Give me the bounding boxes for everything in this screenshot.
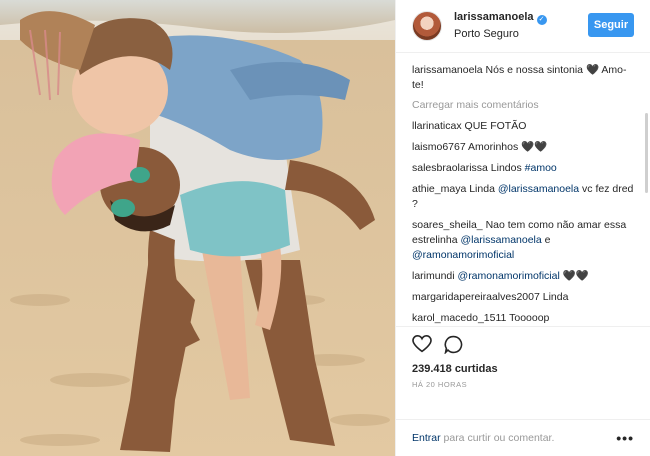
verified-badge-icon: ✓ xyxy=(536,15,547,25)
beach-photo-illustration xyxy=(0,0,395,456)
post-header: larissamanoela ✓ Porto Seguro Seguir xyxy=(396,0,650,53)
comment-username[interactable]: athie_maya xyxy=(412,183,466,195)
comment-item: salesbraolarissa Lindos #amoo xyxy=(412,161,636,176)
login-prompt-text: para curtir ou comentar. xyxy=(440,431,555,444)
comment-icon[interactable] xyxy=(444,335,463,357)
comment-item: laismo6767 Amorinhos 🖤🖤 xyxy=(412,140,636,155)
comment-item: soares_sheila_ Nao tem como não amar ess… xyxy=(412,218,636,263)
comment-text: Amorinhos 🖤🖤 xyxy=(468,140,548,153)
login-prompt: Entrar para curtir ou comentar. xyxy=(412,432,554,444)
instagram-post: larissamanoela ✓ Porto Seguro Seguir lari… xyxy=(0,0,650,456)
login-link[interactable]: Entrar xyxy=(412,432,441,444)
post-photo[interactable] xyxy=(0,0,395,456)
likes-count[interactable]: 239.418 curtidas xyxy=(412,363,636,375)
more-options-icon[interactable]: ••• xyxy=(616,430,634,446)
caption-username[interactable]: larissamanoela xyxy=(412,64,483,76)
comment-username[interactable]: laismo6767 xyxy=(412,141,466,153)
follow-button[interactable]: Seguir xyxy=(588,13,634,37)
comment-text: QUE FOTÃO xyxy=(464,119,527,132)
comment-text: e xyxy=(541,233,551,246)
comment-username[interactable]: margaridapereiraalves2007 xyxy=(412,291,540,303)
username-line: larissamanoela ✓ xyxy=(454,10,547,25)
comment-username[interactable]: llarinaticax xyxy=(412,120,462,132)
heart-icon[interactable] xyxy=(412,335,432,356)
comment-username[interactable]: karol_macedo_1511 xyxy=(412,312,506,324)
mention-link[interactable]: @ramonamorimoficial xyxy=(412,249,514,261)
mention-link[interactable]: #amoo xyxy=(525,162,557,174)
location-link[interactable]: Porto Seguro xyxy=(454,27,547,41)
comment-username[interactable]: salesbraolarissa xyxy=(412,162,488,174)
comment-item: athie_maya Linda @larissamanoela vc fez … xyxy=(412,182,636,212)
mention-link[interactable]: @ramonamorimoficial xyxy=(458,270,560,282)
load-more-comments[interactable]: Carregar mais comentários xyxy=(412,99,636,111)
comment-text: Lindos xyxy=(490,161,525,174)
username-link[interactable]: larissamanoela xyxy=(454,11,534,23)
mention-link[interactable]: @larissamanoela xyxy=(460,234,541,246)
scrollbar[interactable] xyxy=(645,112,648,193)
comment-username[interactable]: soares_sheila_ xyxy=(412,219,483,231)
comment-item: margaridapereiraalves2007 Linda xyxy=(412,290,636,305)
comment-username[interactable]: larimundi xyxy=(412,270,455,282)
comment-list: llarinaticax QUE FOTÃO laismo6767 Amorinh… xyxy=(412,119,636,326)
comment-item: larimundi @ramonamorimoficial 🖤🖤 xyxy=(412,269,636,284)
add-comment-bar: Entrar para curtir ou comentar. ••• xyxy=(396,418,650,456)
post-actions: 239.418 curtidas HÁ 20 HORAS xyxy=(396,325,650,419)
mention-link[interactable]: @larissamanoela xyxy=(498,183,579,195)
comment-text: Linda xyxy=(469,182,498,195)
comment-text: Tooooop xyxy=(509,311,550,324)
post-sidebar: larissamanoela ✓ Porto Seguro Seguir lari… xyxy=(395,0,650,456)
header-text: larissamanoela ✓ Porto Seguro xyxy=(454,10,547,41)
action-icons xyxy=(412,335,636,357)
comment-item: karol_macedo_1511 Tooooop xyxy=(412,311,636,326)
comments-section[interactable]: larissamanoela Nós e nossa sintonia 🖤 Am… xyxy=(396,53,650,326)
comment-item: llarinaticax QUE FOTÃO xyxy=(412,119,636,134)
comment-text: Linda xyxy=(542,290,569,303)
caption: larissamanoela Nós e nossa sintonia 🖤 Am… xyxy=(412,63,636,93)
comment-text: 🖤🖤 xyxy=(559,269,589,282)
post-timestamp[interactable]: HÁ 20 HORAS xyxy=(412,380,636,389)
profile-avatar[interactable] xyxy=(412,11,442,41)
